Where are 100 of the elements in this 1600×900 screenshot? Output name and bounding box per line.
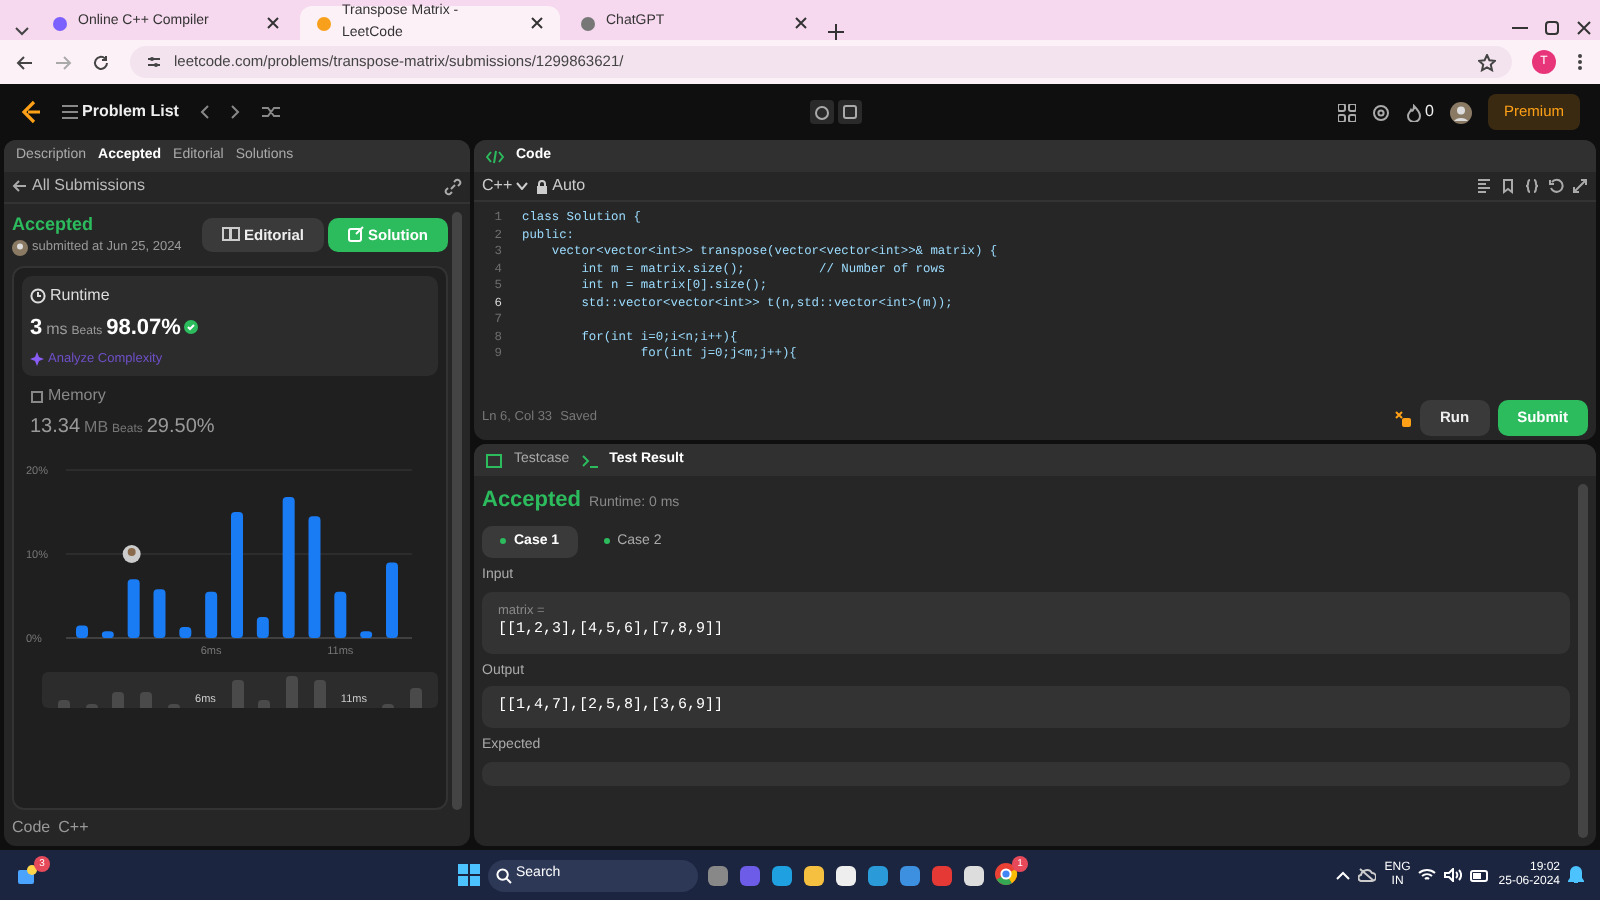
settings-icon[interactable] (1371, 103, 1390, 121)
clock-icon (30, 288, 46, 305)
favicon-icon (580, 15, 596, 31)
new-tab-icon[interactable] (828, 24, 844, 40)
runtime-value: 3 (30, 314, 43, 345)
chart-bar (386, 563, 398, 639)
close-icon[interactable] (530, 16, 544, 30)
chart-bar (127, 579, 140, 639)
language-selector[interactable]: C++ (482, 174, 529, 198)
navigator-bar (409, 688, 422, 709)
shield-icon[interactable] (930, 863, 954, 887)
video-chat-icon[interactable] (738, 863, 762, 887)
back-arrow-icon[interactable] (12, 178, 28, 195)
navigator-bar (258, 700, 271, 709)
reset-icon[interactable] (1548, 178, 1564, 194)
submission-status: Accepted (12, 211, 96, 238)
beats-percentage: 98.07% (106, 314, 181, 345)
grid-icon[interactable] (1337, 103, 1356, 121)
globe-icon[interactable] (898, 863, 922, 887)
expand-icon[interactable] (1572, 178, 1588, 194)
navigator-bar (313, 680, 326, 709)
beats-percentage: 29.50% (146, 414, 215, 443)
user-avatar-icon[interactable] (1449, 101, 1472, 123)
app-icon[interactable] (866, 863, 890, 887)
chart-bar (256, 617, 269, 639)
chart-bar (101, 631, 114, 639)
window-stack-icon[interactable] (706, 863, 730, 887)
bookmark-icon[interactable] (1500, 178, 1516, 194)
link-icon[interactable] (444, 177, 462, 196)
language-label: C++ (58, 816, 89, 841)
search-icon (496, 867, 512, 883)
sparkle-icon (30, 351, 44, 366)
logo-icon[interactable] (20, 100, 42, 124)
previous-icon[interactable] (198, 104, 211, 120)
timer-icon[interactable] (810, 100, 835, 124)
navigator-bar (140, 692, 153, 709)
site-settings-icon (146, 54, 162, 70)
volume-icon[interactable] (1444, 868, 1463, 882)
mode-label: Auto (552, 174, 586, 198)
navigator-bar (112, 692, 125, 709)
wifi-icon[interactable] (1418, 868, 1437, 882)
close-icon[interactable] (266, 16, 280, 30)
close-icon[interactable] (1576, 20, 1592, 36)
battery-icon[interactable] (1470, 869, 1491, 881)
navigator-bar (286, 676, 299, 709)
book-icon (221, 226, 240, 243)
folder-icon[interactable] (802, 863, 826, 887)
result-status: Accepted (482, 486, 582, 516)
chart-bar (360, 631, 373, 639)
browser-icon[interactable] (770, 863, 794, 887)
chart-bar (231, 512, 243, 639)
navigator-bar (58, 700, 70, 709)
debug-icon[interactable] (1393, 409, 1412, 427)
chart-bar (205, 592, 218, 639)
chart-bar (334, 592, 347, 639)
star-icon[interactable] (1478, 53, 1496, 71)
cloud-off-icon[interactable] (1358, 868, 1377, 882)
lock-icon (536, 179, 549, 193)
bell-icon[interactable] (1568, 866, 1584, 884)
runtime-unit: ms (46, 318, 68, 343)
terminal-icon (581, 453, 598, 467)
chart-bar (308, 516, 321, 639)
chart-bar (76, 626, 88, 639)
edit-icon (348, 226, 364, 243)
memory-label: Memory (48, 384, 106, 409)
reload-icon[interactable] (92, 53, 110, 71)
scrollbar[interactable] (1578, 484, 1588, 838)
check-badge-icon (184, 320, 199, 335)
chart-bar (282, 497, 295, 639)
code-icon (486, 149, 504, 163)
chart-bar (153, 589, 166, 639)
windows-logo-icon[interactable] (458, 864, 480, 886)
format-icon[interactable] (1476, 178, 1492, 194)
problem-list-link[interactable]: Problem List (82, 100, 179, 124)
store-icon[interactable] (834, 863, 858, 887)
maximize-icon[interactable] (1544, 20, 1560, 36)
user-marker-icon (122, 545, 141, 564)
chevron-up-icon[interactable] (1336, 870, 1351, 880)
favicon-icon (52, 15, 68, 31)
media-player-icon[interactable] (962, 863, 986, 887)
memory-value: 13.34 (30, 414, 81, 443)
favicon-icon (316, 15, 332, 31)
back-icon[interactable] (16, 53, 34, 71)
memory-unit: MB (84, 416, 109, 441)
flame-icon (1405, 103, 1422, 121)
all-submissions-link[interactable]: All Submissions (32, 174, 145, 199)
next-icon[interactable] (230, 104, 243, 120)
scrollbar[interactable] (452, 211, 462, 811)
checklist-icon (486, 453, 502, 467)
shuffle-icon[interactable] (262, 104, 281, 120)
braces-icon[interactable] (1524, 178, 1540, 194)
more-icon[interactable] (1576, 52, 1584, 72)
chrome-icon[interactable] (994, 862, 1018, 887)
close-icon[interactable] (794, 16, 808, 30)
code-label: Code (12, 816, 51, 841)
note-icon[interactable] (838, 100, 863, 124)
weather-widget-icon[interactable] (16, 862, 40, 887)
user-avatar-icon (12, 240, 28, 257)
list-icon (62, 104, 78, 120)
streak-count: 0 (1425, 100, 1434, 124)
